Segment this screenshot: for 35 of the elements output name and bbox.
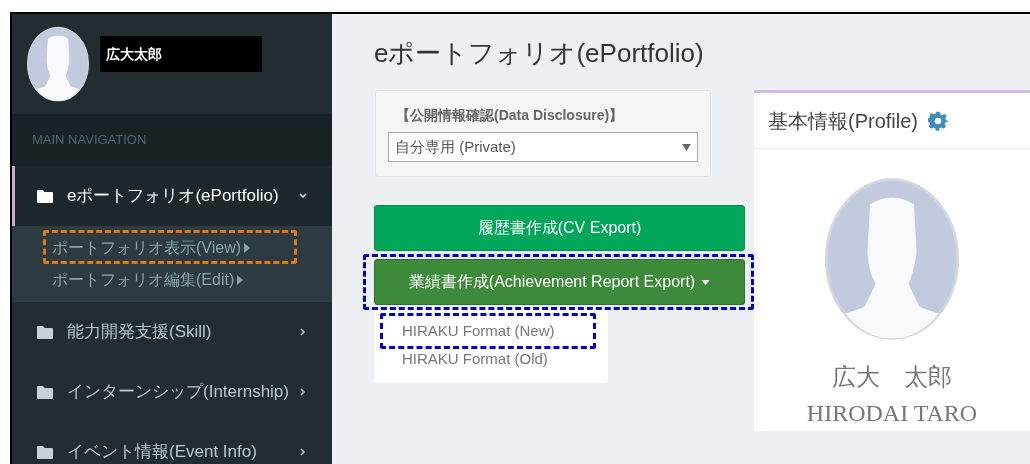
page-title: eポートフォリオ(ePortfolio) <box>374 37 705 70</box>
nav-item[interactable]: eポートフォリオ(ePortfolio) <box>12 166 332 226</box>
user-name: 広大太郎 <box>100 36 262 72</box>
menu-item[interactable]: HIRAKU Format (New) <box>402 319 555 343</box>
settings-icon[interactable] <box>928 110 948 131</box>
disclosure-title: 【公開情報確認(Data Disclosure)】 <box>395 106 625 125</box>
visibility-select[interactable]: 自分専用 (Private) <box>388 132 698 162</box>
nav-label: インターンシップ(Internship) <box>67 381 289 404</box>
profile-name-english: HIRODAI TARO <box>806 399 978 428</box>
nav-item[interactable]: 能力開発支援(Skill) <box>12 302 332 362</box>
caret-right-icon <box>244 243 251 253</box>
export-button[interactable]: 業績書作成(Achievement Report Export) <box>374 259 745 305</box>
profile-title: 基本情報(Profile) <box>768 108 918 134</box>
folder-icon <box>37 385 53 399</box>
nav-label: 能力開発支援(Skill) <box>67 321 212 344</box>
nav-label: イベント情報(Event Info) <box>67 441 257 464</box>
folder-icon <box>37 445 53 459</box>
nav-item[interactable]: インターンシップ(Internship) <box>12 362 332 422</box>
chevron-down-icon <box>298 191 308 201</box>
caret-down-icon <box>701 279 711 285</box>
folder-icon <box>37 189 53 203</box>
folder-icon <box>37 325 53 339</box>
submenu-link[interactable]: ポートフォリオ表示(View) <box>52 236 251 260</box>
nav-header: MAIN NAVIGATION <box>32 131 147 150</box>
submenu-link[interactable]: ポートフォリオ編集(Edit) <box>52 268 244 292</box>
dropdown-arrow-icon <box>682 143 691 151</box>
caret-right-icon <box>237 275 244 285</box>
profile-name-japanese: 広大 太郎 <box>832 363 952 392</box>
export-button[interactable]: 履歴書作成(CV Export) <box>374 205 745 251</box>
chevron-right-icon <box>298 447 308 457</box>
nav-label: eポートフォリオ(ePortfolio) <box>67 185 279 208</box>
chevron-right-icon <box>298 327 308 337</box>
nav-item[interactable]: イベント情報(Event Info) <box>12 422 332 464</box>
chevron-right-icon <box>298 387 308 397</box>
menu-item[interactable]: HIRAKU Format (Old) <box>402 347 548 371</box>
